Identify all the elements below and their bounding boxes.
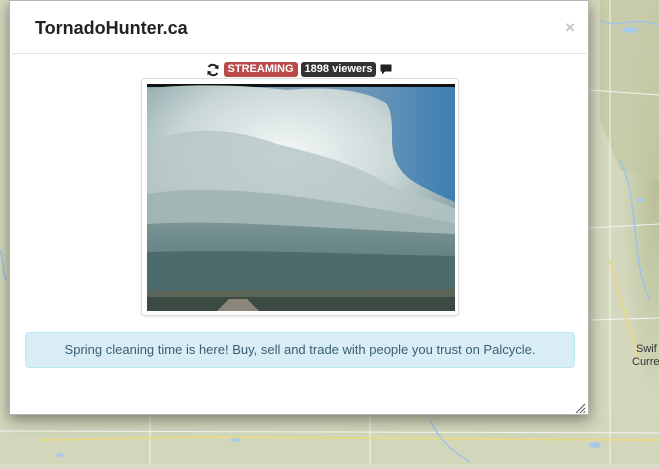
promo-alert: Spring cleaning time is here! Buy, sell … [25, 332, 575, 368]
streaming-badge: STREAMING [223, 62, 298, 77]
map-label-current: Curre [632, 356, 659, 368]
resize-handle-icon[interactable] [575, 401, 586, 414]
refresh-icon[interactable] [206, 63, 220, 77]
modal-header: TornadoHunter.ca × [12, 1, 586, 54]
modal-title: TornadoHunter.ca [35, 18, 188, 38]
stream-status-row: STREAMING 1898 viewers [10, 62, 588, 78]
stream-modal: TornadoHunter.ca × STREAMING 1898 viewer… [9, 0, 589, 415]
close-icon[interactable]: × [565, 19, 575, 37]
video-frame [141, 78, 459, 316]
storm-cloud-image [147, 84, 455, 311]
chat-icon[interactable] [380, 64, 392, 75]
viewers-badge: 1898 viewers [300, 62, 377, 77]
map-label-swift: Swif [636, 343, 657, 355]
stream-video[interactable] [147, 84, 455, 311]
